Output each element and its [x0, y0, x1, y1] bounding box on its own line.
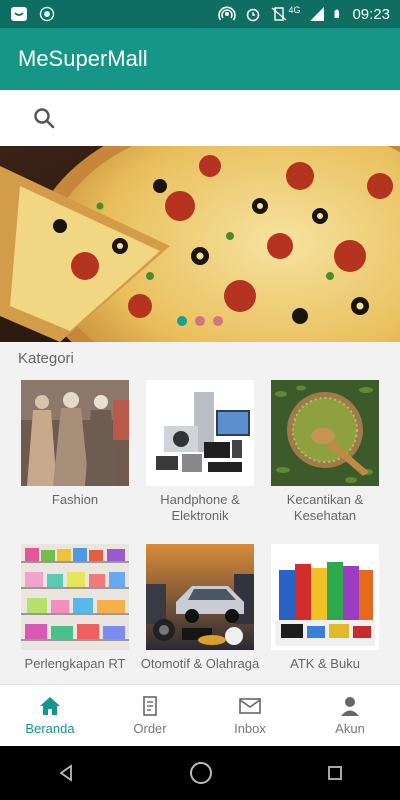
category-label: Otomotif & Olahraga	[140, 656, 260, 671]
person-icon	[341, 697, 359, 716]
category-handphone-elektronik[interactable]: Handphone & Elektronik	[138, 380, 262, 524]
category-kecantikan-kesehatan[interactable]: Kecantikan & Kesehatan	[263, 380, 387, 524]
category-perlengkapan-rt[interactable]: Perlengkapan RT	[13, 544, 137, 672]
signal-icon	[310, 7, 325, 21]
automotive-thumbnail	[146, 544, 254, 650]
notification-app-icon	[11, 7, 27, 21]
banner-pagination	[0, 316, 400, 326]
nav-label: Inbox	[234, 721, 266, 736]
app-bar: MeSuperMall	[0, 28, 400, 90]
banner-dot[interactable]	[213, 316, 223, 326]
bottom-navigation: Beranda Order Inbox Akun	[0, 684, 400, 746]
search-bar[interactable]	[0, 90, 400, 146]
nav-beranda[interactable]: Beranda	[0, 685, 100, 746]
banner-dot[interactable]	[195, 316, 205, 326]
search-icon[interactable]	[32, 106, 56, 130]
nav-order[interactable]: Order	[100, 685, 200, 746]
hotspot-icon	[218, 6, 237, 21]
notification-globe-icon	[39, 6, 55, 22]
stationery-thumbnail	[271, 544, 379, 650]
category-atk-buku[interactable]: ATK & Buku	[263, 544, 387, 672]
receipt-icon	[143, 696, 157, 716]
household-thumbnail	[21, 544, 129, 650]
nav-label: Beranda	[25, 721, 75, 736]
vibrate-off-icon	[271, 7, 287, 21]
electronics-thumbnail	[146, 380, 254, 486]
home-icon	[40, 697, 60, 715]
banner-dot[interactable]	[177, 316, 187, 326]
battery-icon	[335, 9, 340, 18]
nav-label: Akun	[335, 721, 365, 736]
back-icon[interactable]	[56, 763, 76, 783]
nav-inbox[interactable]: Inbox	[200, 685, 300, 746]
nav-label: Order	[133, 721, 167, 736]
section-title-kategori: Kategori	[18, 350, 74, 367]
pizza-banner-image	[0, 146, 400, 342]
category-label: Handphone & Elektronik	[160, 492, 240, 523]
category-otomotif-olahraga[interactable]: Otomotif & Olahraga	[138, 544, 262, 672]
fashion-thumbnail	[21, 380, 129, 486]
recents-icon[interactable]	[326, 764, 344, 782]
category-fashion[interactable]: Fashion	[13, 380, 137, 508]
system-navigation-bar	[0, 746, 400, 800]
promo-banner[interactable]	[0, 146, 400, 342]
status-bar: 4G 09:23	[0, 0, 400, 28]
network-type: 4G	[288, 5, 301, 15]
home-button-icon[interactable]	[188, 760, 214, 786]
mail-icon	[239, 698, 261, 714]
category-label: Kecantikan & Kesehatan	[286, 492, 364, 523]
app-title: MeSuperMall	[18, 46, 148, 71]
nav-akun[interactable]: Akun	[300, 685, 400, 746]
alarm-icon	[247, 8, 260, 22]
category-label: ATK & Buku	[290, 656, 360, 671]
category-label: Fashion	[51, 492, 99, 507]
category-label: Perlengkapan RT	[24, 656, 126, 671]
beauty-thumbnail	[271, 380, 379, 486]
clock: 09:23	[352, 5, 390, 23]
